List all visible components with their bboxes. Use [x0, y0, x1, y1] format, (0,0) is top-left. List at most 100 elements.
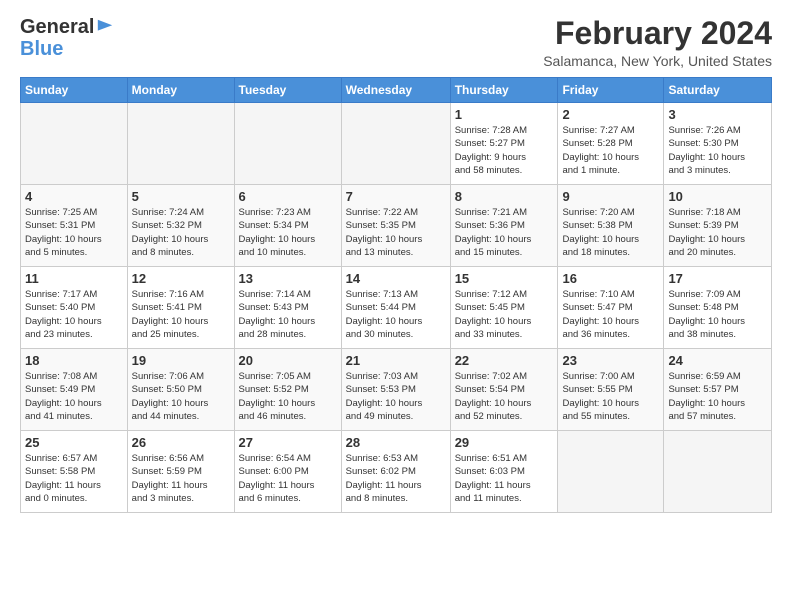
calendar-cell: 20 Sunrise: 7:05 AM Sunset: 5:52 PM Dayli…	[234, 349, 341, 431]
day-number: 7	[346, 189, 446, 204]
day-number: 22	[455, 353, 554, 368]
day-info: Sunrise: 7:17 AM Sunset: 5:40 PM Dayligh…	[25, 288, 123, 341]
day-info: Sunrise: 6:53 AM Sunset: 6:02 PM Dayligh…	[346, 452, 446, 505]
calendar-cell	[558, 431, 664, 513]
calendar-cell: 16Sunrise: 7:10 AM Sunset: 5:47 PM Dayli…	[558, 267, 664, 349]
day-number: 16	[562, 271, 659, 286]
calendar-cell: 10Sunrise: 7:18 AM Sunset: 5:39 PM Dayli…	[664, 185, 772, 267]
day-info: Sunrise: 7:21 AM Sunset: 5:36 PM Dayligh…	[455, 206, 554, 259]
calendar-cell: 22 Sunrise: 7:02 AM Sunset: 5:54 PM Dayli…	[450, 349, 558, 431]
calendar-cell: 7 Sunrise: 7:22 AM Sunset: 5:35 PM Daylig…	[341, 185, 450, 267]
weekday-monday: Monday	[127, 78, 234, 103]
day-number: 29	[455, 435, 554, 450]
location: Salamanca, New York, United States	[543, 53, 772, 69]
day-number: 23	[562, 353, 659, 368]
logo: General Blue	[20, 16, 114, 60]
week-row-4: 18 Sunrise: 7:08 AM Sunset: 5:49 PM Dayli…	[21, 349, 772, 431]
calendar-cell: 2Sunrise: 7:27 AM Sunset: 5:28 PM Daylig…	[558, 103, 664, 185]
calendar-cell	[127, 103, 234, 185]
day-number: 9	[562, 189, 659, 204]
calendar-cell: 24 Sunrise: 6:59 AM Sunset: 5:57 PM Dayli…	[664, 349, 772, 431]
day-info: Sunrise: 7:14 AM Sunset: 5:43 PM Dayligh…	[239, 288, 337, 341]
weekday-sunday: Sunday	[21, 78, 128, 103]
week-row-5: 25 Sunrise: 6:57 AM Sunset: 5:58 PM Dayli…	[21, 431, 772, 513]
day-number: 1	[455, 107, 554, 122]
calendar-cell	[234, 103, 341, 185]
day-info: Sunrise: 7:27 AM Sunset: 5:28 PM Dayligh…	[562, 124, 659, 177]
calendar-cell: 6 Sunrise: 7:23 AM Sunset: 5:34 PM Daylig…	[234, 185, 341, 267]
calendar-cell: 12 Sunrise: 7:16 AM Sunset: 5:41 PM Dayli…	[127, 267, 234, 349]
logo-general: General	[20, 16, 94, 38]
calendar-cell: 17 Sunrise: 7:09 AM Sunset: 5:48 PM Dayli…	[664, 267, 772, 349]
day-info: Sunrise: 6:56 AM Sunset: 5:59 PM Dayligh…	[132, 452, 230, 505]
week-row-1: 1 Sunrise: 7:28 AM Sunset: 5:27 PM Daylig…	[21, 103, 772, 185]
day-info: Sunrise: 7:23 AM Sunset: 5:34 PM Dayligh…	[239, 206, 337, 259]
day-info: Sunrise: 6:59 AM Sunset: 5:57 PM Dayligh…	[668, 370, 767, 423]
day-info: Sunrise: 7:22 AM Sunset: 5:35 PM Dayligh…	[346, 206, 446, 259]
day-info: Sunrise: 7:26 AM Sunset: 5:30 PM Dayligh…	[668, 124, 767, 177]
calendar-cell: 14Sunrise: 7:13 AM Sunset: 5:44 PM Dayli…	[341, 267, 450, 349]
calendar-cell: 21Sunrise: 7:03 AM Sunset: 5:53 PM Dayli…	[341, 349, 450, 431]
day-info: Sunrise: 7:03 AM Sunset: 5:53 PM Dayligh…	[346, 370, 446, 423]
day-number: 24	[668, 353, 767, 368]
calendar-cell: 29 Sunrise: 6:51 AM Sunset: 6:03 PM Dayli…	[450, 431, 558, 513]
calendar-cell: 3 Sunrise: 7:26 AM Sunset: 5:30 PM Daylig…	[664, 103, 772, 185]
calendar-cell: 15 Sunrise: 7:12 AM Sunset: 5:45 PM Dayli…	[450, 267, 558, 349]
weekday-friday: Friday	[558, 78, 664, 103]
month-title: February 2024	[543, 16, 772, 51]
day-number: 12	[132, 271, 230, 286]
calendar-cell: 11 Sunrise: 7:17 AM Sunset: 5:40 PM Dayli…	[21, 267, 128, 349]
day-info: Sunrise: 6:54 AM Sunset: 6:00 PM Dayligh…	[239, 452, 337, 505]
logo-blue: Blue	[20, 38, 63, 60]
day-number: 18	[25, 353, 123, 368]
day-number: 6	[239, 189, 337, 204]
calendar-cell: 8 Sunrise: 7:21 AM Sunset: 5:36 PM Daylig…	[450, 185, 558, 267]
day-number: 14	[346, 271, 446, 286]
day-info: Sunrise: 6:57 AM Sunset: 5:58 PM Dayligh…	[25, 452, 123, 505]
day-number: 13	[239, 271, 337, 286]
calendar-cell: 27 Sunrise: 6:54 AM Sunset: 6:00 PM Dayli…	[234, 431, 341, 513]
day-number: 19	[132, 353, 230, 368]
page: General Blue February 2024 Salamanca, Ne…	[0, 0, 792, 612]
day-number: 8	[455, 189, 554, 204]
weekday-saturday: Saturday	[664, 78, 772, 103]
weekday-header-row: SundayMondayTuesdayWednesdayThursdayFrid…	[21, 78, 772, 103]
day-number: 28	[346, 435, 446, 450]
calendar-cell: 1 Sunrise: 7:28 AM Sunset: 5:27 PM Daylig…	[450, 103, 558, 185]
weekday-wednesday: Wednesday	[341, 78, 450, 103]
day-info: Sunrise: 7:18 AM Sunset: 5:39 PM Dayligh…	[668, 206, 767, 259]
day-info: Sunrise: 7:28 AM Sunset: 5:27 PM Dayligh…	[455, 124, 554, 177]
day-number: 20	[239, 353, 337, 368]
calendar-cell	[21, 103, 128, 185]
day-number: 27	[239, 435, 337, 450]
day-number: 5	[132, 189, 230, 204]
day-number: 17	[668, 271, 767, 286]
day-info: Sunrise: 7:06 AM Sunset: 5:50 PM Dayligh…	[132, 370, 230, 423]
day-number: 3	[668, 107, 767, 122]
calendar-cell: 18 Sunrise: 7:08 AM Sunset: 5:49 PM Dayli…	[21, 349, 128, 431]
day-number: 4	[25, 189, 123, 204]
day-info: Sunrise: 7:02 AM Sunset: 5:54 PM Dayligh…	[455, 370, 554, 423]
day-info: Sunrise: 7:16 AM Sunset: 5:41 PM Dayligh…	[132, 288, 230, 341]
calendar-cell: 28 Sunrise: 6:53 AM Sunset: 6:02 PM Dayli…	[341, 431, 450, 513]
calendar-cell: 26 Sunrise: 6:56 AM Sunset: 5:59 PM Dayli…	[127, 431, 234, 513]
day-number: 15	[455, 271, 554, 286]
day-number: 25	[25, 435, 123, 450]
day-info: Sunrise: 7:08 AM Sunset: 5:49 PM Dayligh…	[25, 370, 123, 423]
calendar: SundayMondayTuesdayWednesdayThursdayFrid…	[20, 77, 772, 513]
day-number: 11	[25, 271, 123, 286]
weekday-thursday: Thursday	[450, 78, 558, 103]
calendar-cell: 23 Sunrise: 7:00 AM Sunset: 5:55 PM Dayli…	[558, 349, 664, 431]
day-info: Sunrise: 7:00 AM Sunset: 5:55 PM Dayligh…	[562, 370, 659, 423]
calendar-cell: 9 Sunrise: 7:20 AM Sunset: 5:38 PM Daylig…	[558, 185, 664, 267]
day-info: Sunrise: 7:20 AM Sunset: 5:38 PM Dayligh…	[562, 206, 659, 259]
day-info: Sunrise: 7:09 AM Sunset: 5:48 PM Dayligh…	[668, 288, 767, 341]
calendar-cell	[341, 103, 450, 185]
day-info: Sunrise: 7:05 AM Sunset: 5:52 PM Dayligh…	[239, 370, 337, 423]
calendar-cell: 25 Sunrise: 6:57 AM Sunset: 5:58 PM Dayli…	[21, 431, 128, 513]
calendar-cell	[664, 431, 772, 513]
day-info: Sunrise: 6:51 AM Sunset: 6:03 PM Dayligh…	[455, 452, 554, 505]
day-info: Sunrise: 7:12 AM Sunset: 5:45 PM Dayligh…	[455, 288, 554, 341]
day-number: 26	[132, 435, 230, 450]
title-block: February 2024 Salamanca, New York, Unite…	[543, 16, 772, 69]
